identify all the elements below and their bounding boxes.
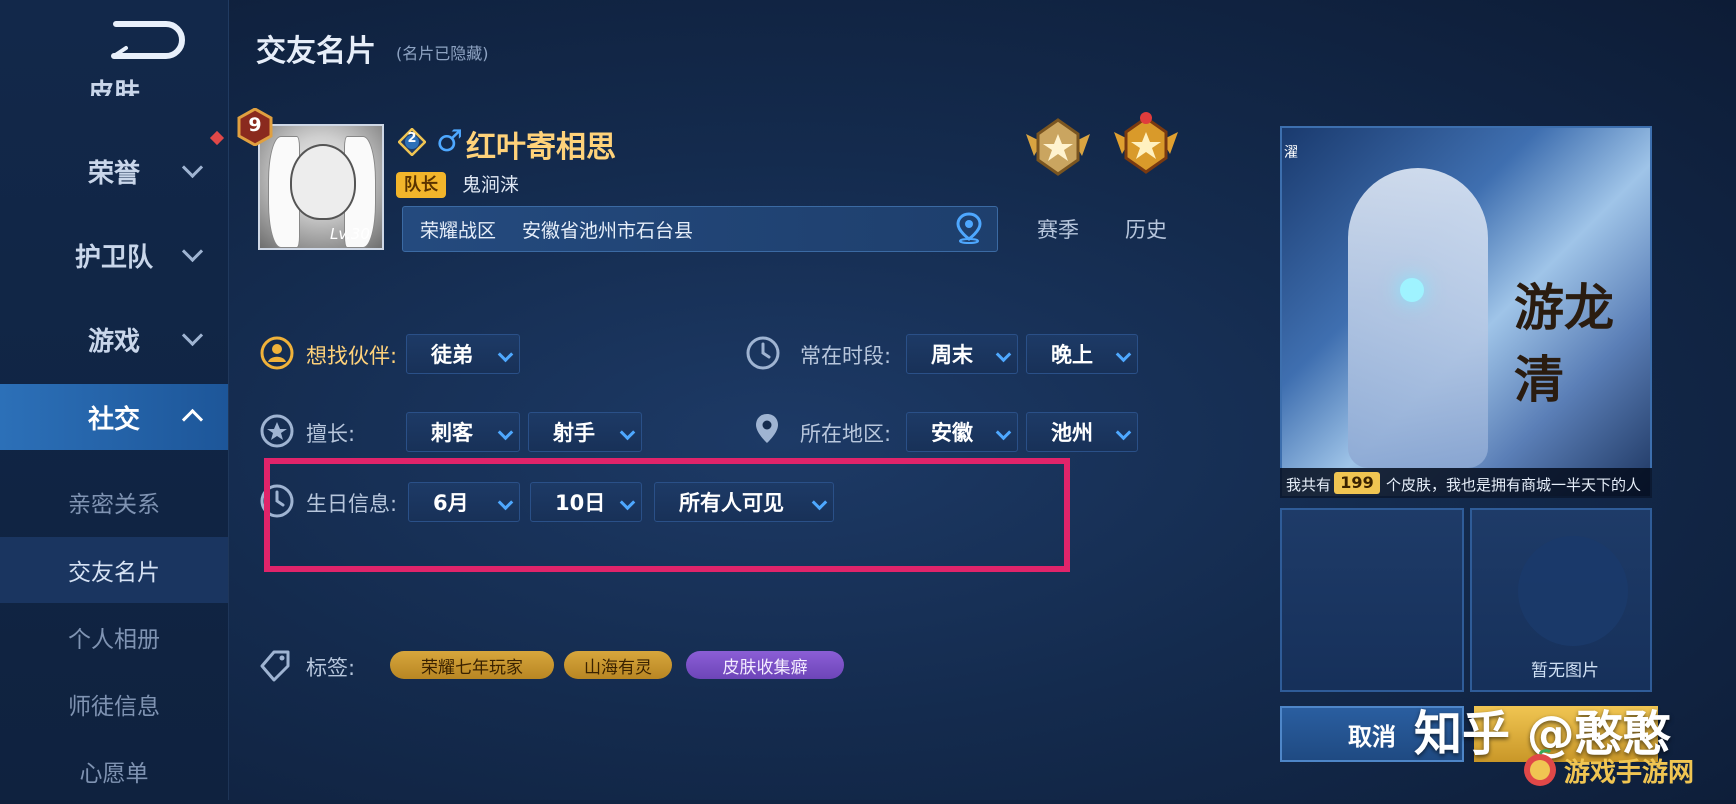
chevron-down-icon (619, 424, 636, 441)
avatar-face (290, 144, 356, 220)
partner-search-icon (260, 336, 294, 370)
clock-icon (746, 336, 780, 370)
sidebar-subitem-wishlist[interactable]: 心愿单 (0, 738, 228, 804)
region-province-select[interactable]: 安徽 (906, 412, 1018, 452)
skin-small-text: 濯 (1284, 145, 1298, 161)
page-title: 交友名片 (256, 34, 376, 69)
sidebar-item-honor[interactable]: 荣誉 (0, 138, 228, 204)
tags-label: 标签: (306, 656, 356, 680)
history-label: 历史 (1125, 218, 1167, 242)
site-logo-icon (1524, 749, 1556, 786)
time-period-select[interactable]: 晚上 (1026, 334, 1138, 374)
sidebar-subitem-mentor[interactable]: 师徒信息 (0, 671, 228, 737)
page-subtitle: (名片已隐藏) (396, 44, 489, 63)
chevron-down-icon (181, 156, 204, 179)
tag-chip[interactable]: 皮肤收集癖 (686, 651, 844, 679)
rank-number: 9 (248, 114, 262, 136)
skin-caption-suffix: 个皮肤，我也是拥有商城一半天下的人 (1386, 476, 1642, 494)
season-medal-icon[interactable] (1022, 112, 1094, 184)
partner-select[interactable]: 徒弟 (406, 334, 520, 374)
sidebar-item-guard-team[interactable]: 护卫队 (0, 222, 228, 288)
sidebar-subitem-intimacy[interactable]: 亲密关系 (0, 469, 228, 535)
avatar-level: Lv.30 (330, 225, 370, 243)
skill-first-select[interactable]: 刺客 (406, 412, 520, 452)
chevron-down-icon (181, 324, 204, 347)
chevron-down-icon (497, 424, 514, 441)
history-medal-icon[interactable] (1110, 110, 1182, 182)
sidebar-item-social[interactable]: 社交 (0, 384, 228, 450)
season-label: 赛季 (1037, 218, 1079, 242)
location-pin-icon[interactable] (954, 212, 984, 244)
photo-slot-empty[interactable] (1280, 508, 1464, 692)
chevron-up-icon (181, 408, 204, 431)
skin-title: 游龙清 (1514, 278, 1614, 409)
region-label: 所在地区: (800, 422, 892, 446)
chevron-down-icon (995, 424, 1012, 441)
map-pin-icon (756, 414, 778, 443)
skin-character-art (1348, 168, 1488, 468)
sidebar-subitem-friend-card[interactable]: 交友名片 (0, 537, 228, 603)
male-icon: ♂ (436, 124, 463, 159)
no-photo-emblem-icon (1518, 536, 1628, 646)
tag-icon (260, 650, 290, 682)
skill-second-select[interactable]: 射手 (528, 412, 642, 452)
zone-label: 荣耀战区 (420, 220, 497, 242)
time-day-select[interactable]: 周末 (906, 334, 1018, 374)
level-badge-number: 2 (407, 131, 417, 146)
sidebar-subitem-album[interactable]: 个人相册 (0, 604, 228, 670)
chevron-down-icon (1115, 424, 1132, 441)
chevron-down-icon (1115, 346, 1132, 363)
player-name: 红叶寄相思 (466, 130, 616, 165)
annotation-highlight-box (264, 458, 1070, 572)
sidebar-item-game[interactable]: 游戏 (0, 306, 228, 372)
skin-caption-prefix: 我共有 (1286, 476, 1332, 494)
region-city-select[interactable]: 池州 (1026, 412, 1138, 452)
skin-showcase-card[interactable]: 游龙清 濯 (1280, 126, 1652, 498)
time-label: 常在时段: (800, 344, 892, 368)
partner-label: 想找伙伴: (306, 344, 398, 368)
tag-chip[interactable]: 山海有灵 (564, 651, 672, 679)
skin-count-badge: 199 (1334, 472, 1380, 494)
chevron-down-icon (497, 346, 514, 363)
no-photo-text: 暂无图片 (1531, 661, 1599, 681)
tag-chip[interactable]: 荣耀七年玩家 (390, 651, 554, 679)
star-icon (260, 414, 294, 448)
skill-label: 擅长: (306, 422, 356, 446)
skin-orb (1400, 278, 1424, 302)
chevron-down-icon (181, 240, 204, 263)
sidebar-item-skin[interactable]: 皮肤 (0, 56, 228, 96)
captain-tag: 队长 (396, 172, 446, 198)
site-watermark-text: 游戏手游网 (1564, 758, 1695, 788)
chevron-down-icon (995, 346, 1012, 363)
zone-value: 安徽省池州市石台县 (522, 220, 694, 242)
team-name[interactable]: 鬼涧涞 (462, 172, 519, 198)
